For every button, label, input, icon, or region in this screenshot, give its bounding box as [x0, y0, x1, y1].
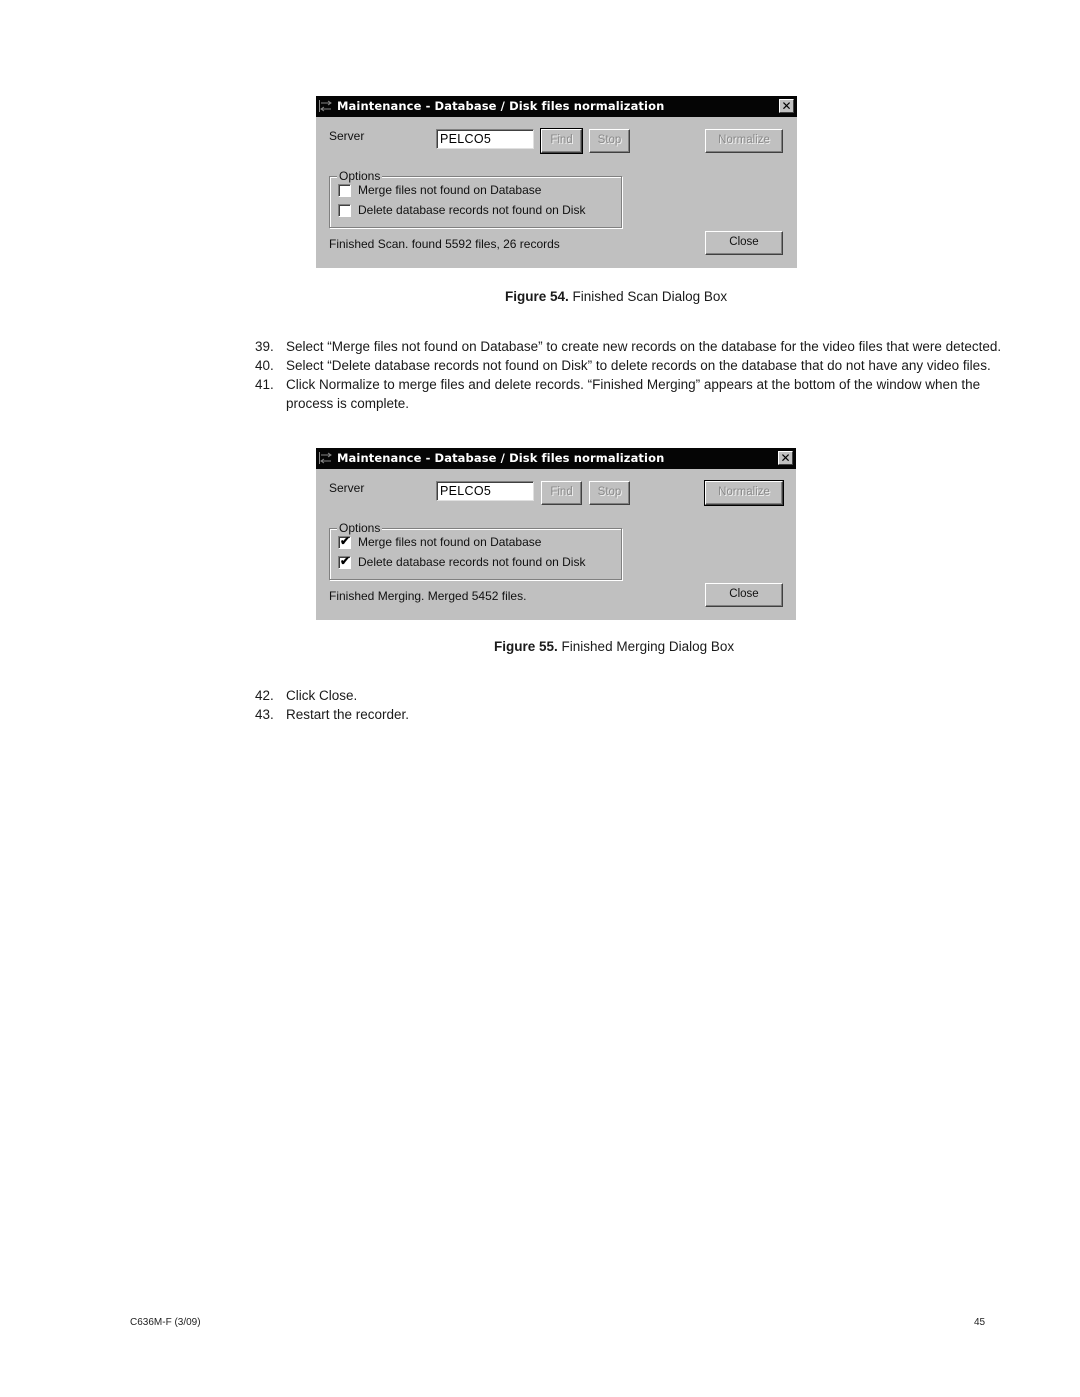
step-text: Click Normalize to merge files and delet…	[286, 377, 981, 392]
close-button[interactable]: Close	[705, 231, 783, 255]
merge-files-checkbox[interactable]	[338, 184, 351, 197]
server-input[interactable]: PELCO5	[436, 129, 534, 149]
close-icon[interactable]: ✕	[779, 99, 794, 113]
app-icon	[319, 452, 332, 464]
status-text: Finished Merging. Merged 5452 files.	[329, 589, 527, 603]
step-number: 43.	[255, 707, 274, 722]
step-text: process is complete.	[286, 396, 410, 411]
step-text: Restart the recorder.	[286, 707, 410, 722]
step-number: 42.	[255, 688, 274, 703]
figure-number: Figure 55.	[494, 639, 558, 654]
merge-files-checkbox[interactable]: ✔	[338, 534, 351, 549]
dialog-title: Maintenance - Database / Disk files norm…	[337, 451, 665, 465]
step-text: Click Close.	[286, 688, 358, 703]
options-label: Options	[337, 169, 383, 183]
merge-files-label: Merge files not found on Database	[358, 535, 542, 549]
find-button[interactable]: Find	[540, 128, 583, 154]
normalize-button[interactable]: Normalize	[705, 129, 783, 153]
status-text: Finished Scan. found 5592 files, 26 reco…	[329, 237, 560, 251]
delete-records-checkbox[interactable]: ✔	[338, 554, 351, 569]
dialog-finished-merging: Maintenance - Database / Disk files norm…	[316, 448, 796, 620]
stop-button[interactable]: Stop	[589, 129, 630, 153]
options-label: Options	[337, 521, 383, 535]
check-icon: ✔	[340, 554, 351, 568]
close-button[interactable]: Close	[705, 583, 783, 607]
server-label: Server	[329, 129, 365, 143]
server-label: Server	[329, 481, 365, 495]
document-id: C636M-F (3/09)	[130, 1317, 201, 1328]
close-icon[interactable]: ✕	[778, 451, 793, 465]
title-bar[interactable]: Maintenance - Database / Disk files norm…	[316, 448, 796, 469]
normalize-button[interactable]: Normalize	[704, 480, 784, 506]
figure-title: Finished Merging Dialog Box	[561, 639, 735, 654]
find-button[interactable]: Find	[541, 481, 582, 505]
figure-caption: Figure 55. Finished Merging Dialog Box	[494, 639, 734, 654]
delete-records-label: Delete database records not found on Dis…	[358, 555, 586, 569]
delete-records-label: Delete database records not found on Dis…	[358, 203, 586, 217]
stop-button[interactable]: Stop	[589, 481, 630, 505]
figure-title: Finished Scan Dialog Box	[572, 289, 728, 304]
page-number: 45	[974, 1317, 986, 1328]
dialog-title: Maintenance - Database / Disk files norm…	[337, 99, 665, 113]
check-icon: ✔	[340, 534, 351, 548]
step-text: Select “Delete database records not foun…	[286, 358, 991, 373]
figure-number: Figure 54.	[505, 289, 569, 304]
figure-caption: Figure 54. Finished Scan Dialog Box	[505, 289, 727, 304]
app-icon	[319, 100, 332, 112]
step-number: 41.	[255, 377, 274, 392]
merge-files-label: Merge files not found on Database	[358, 183, 542, 197]
step-number: 40.	[255, 358, 274, 373]
title-bar[interactable]: Maintenance - Database / Disk files norm…	[316, 96, 797, 117]
step-text: Select “Merge files not found on Databas…	[286, 339, 1002, 354]
dialog-finished-scan: Maintenance - Database / Disk files norm…	[316, 96, 797, 268]
server-input[interactable]: PELCO5	[436, 481, 534, 501]
step-number: 39.	[255, 339, 274, 354]
delete-records-checkbox[interactable]	[338, 204, 351, 217]
